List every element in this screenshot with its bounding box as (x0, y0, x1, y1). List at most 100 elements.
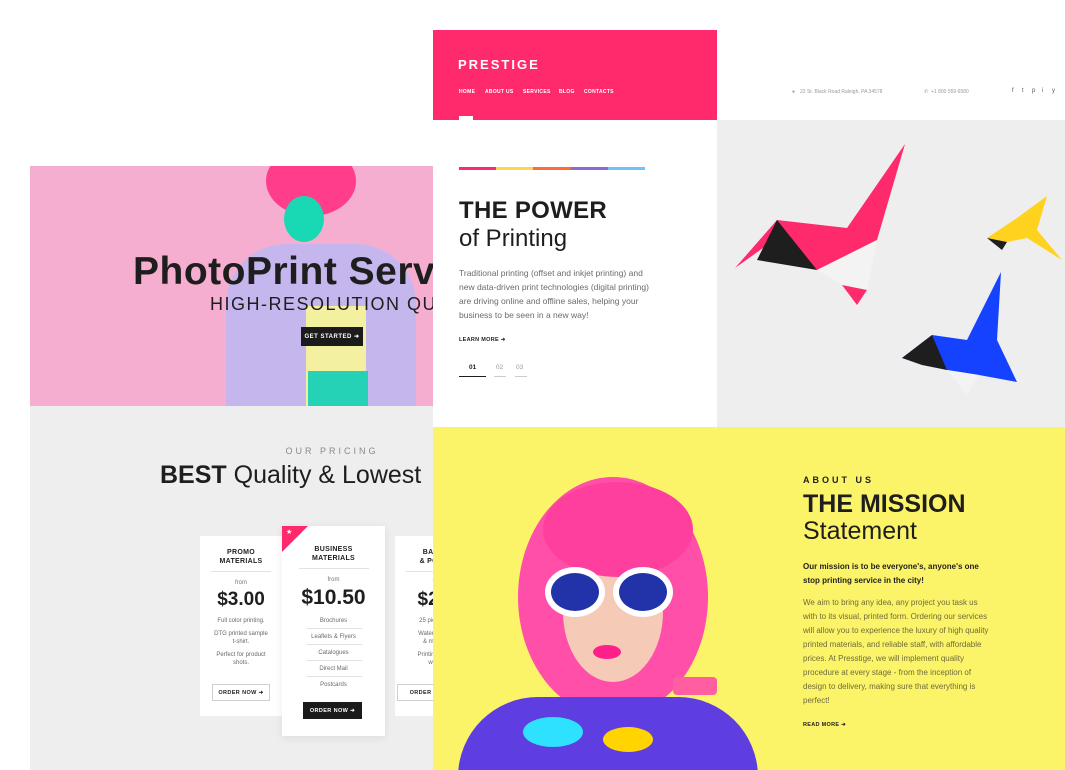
portrait-shirt-pattern (603, 727, 653, 752)
price-from-label: fro (395, 580, 434, 586)
sunglasses-right (613, 567, 673, 617)
hero-figure-shorts (308, 371, 368, 406)
order-now-button[interactable]: ORDER NOW ➜ (303, 702, 362, 719)
hero-figure-face (284, 196, 324, 242)
color-bar (459, 167, 497, 170)
mission-title-line1: THE MISSION (803, 490, 966, 518)
hero-slide: THE POWER of Printing Traditional printi… (433, 120, 717, 427)
divider (211, 571, 271, 572)
portrait-lips (593, 645, 621, 659)
nav-services[interactable]: SERVICES (523, 89, 551, 95)
pricing-feature: DTG printed sample (214, 631, 268, 637)
pricing-title-rest: Quality & Lowest (226, 461, 422, 489)
youtube-icon[interactable]: y (1052, 88, 1055, 94)
pricing-feature: shots. (232, 660, 249, 666)
learn-more-link[interactable]: LEARN MORE ➜ (459, 337, 506, 343)
pink-watch (673, 677, 717, 695)
pricing-feature: t-shirt. (232, 639, 250, 645)
pricing-card-banners: BANNE& POSTE fro $2.7 25 pieces mi Water… (395, 536, 434, 716)
slide-pager-02[interactable]: 02 (496, 364, 503, 371)
pager-line (494, 376, 506, 377)
color-bar (570, 167, 608, 170)
location-pin-icon: ● (792, 89, 796, 95)
order-now-button[interactable]: ORDER NOW ➜ (212, 684, 270, 701)
phone-icon: ✆ (924, 89, 929, 95)
pricing-feature: weekl (428, 660, 434, 666)
color-bars (459, 167, 646, 170)
hero-banner: PhotoPrint Serv HIGH-RESOLUTION QUALI GE… (30, 166, 434, 406)
slide-pager-01[interactable]: 01 (469, 364, 476, 371)
slide-pager-03[interactable]: 03 (516, 364, 523, 371)
pinterest-icon[interactable]: p (1032, 88, 1035, 94)
divider (305, 660, 362, 661)
divider (305, 676, 362, 677)
pricing-title-bold: BEST (160, 461, 227, 489)
phone-text[interactable]: +1 800 559 6580 (931, 89, 969, 95)
about-eyebrow: ABOUT US (803, 475, 874, 485)
color-bar (533, 167, 571, 170)
facebook-icon[interactable]: f (1012, 88, 1014, 94)
price-from-label: from (327, 577, 340, 583)
slide-title-line1: THE POWER (459, 197, 608, 224)
pricing-feature: Water-based, (418, 631, 434, 637)
read-more-link[interactable]: READ MORE ➜ (803, 722, 846, 728)
site-logo[interactable]: PRESTIGE (458, 57, 540, 72)
pricing-card-promo: PROMO MATERIALS from $3.00 Full color pri… (200, 536, 282, 716)
slide-title-line2: of Printing (459, 225, 568, 252)
pink-origami-bird (735, 144, 905, 270)
nav-about-us[interactable]: ABOUT US (485, 89, 514, 95)
pricing-feature: 25 pieces mi (419, 618, 434, 624)
divider (406, 571, 434, 572)
divider (298, 568, 369, 569)
nav-blog[interactable]: BLOG (559, 89, 575, 95)
twitter-icon[interactable]: t (1022, 88, 1024, 94)
price-value: $2.7 (417, 589, 435, 610)
get-started-button[interactable]: GET STARTED ➜ (301, 327, 363, 346)
slide-text: Traditional printing (offset and inkjet … (459, 268, 649, 320)
pricing-feature: Catalogues (318, 650, 349, 656)
color-bar (607, 167, 646, 170)
address-text: 22 St. Black Road Raleigh, PA 34578 (800, 89, 883, 95)
portrait-fringe (543, 482, 693, 577)
pricing-feature: Leaflets & Flyers (311, 634, 356, 640)
pricing-feature: Direct Mail (319, 666, 348, 672)
pricing-card-business: ★ BUSINESS MATERIALS from $10.50 Brochure… (282, 526, 385, 736)
mission-title-line2: Statement (803, 517, 917, 545)
blue-origami-bird (902, 272, 1017, 382)
color-bar (496, 167, 534, 170)
star-icon: ★ (286, 529, 293, 536)
pricing-feature: Brochures (319, 618, 348, 624)
nav-contacts[interactable]: CONTACTS (584, 89, 614, 95)
pricing-feature: Full color printing. (217, 618, 265, 624)
pricing-feature: Perfect for product (216, 652, 266, 658)
mission-body: We aim to bring any idea, any project yo… (803, 598, 989, 705)
hero-title: PhotoPrint Serv (133, 250, 434, 293)
pricing-title: BEST Quality & Lowest (160, 461, 421, 490)
pricing-card-name: BANNE& POSTE (419, 549, 434, 565)
price-from-label: from (235, 580, 247, 586)
pricing-eyebrow: OUR PRICING (285, 446, 379, 456)
header-info-bar: ● 22 St. Black Road Raleigh, PA 34578 ✆ … (717, 30, 1065, 120)
pricing-feature: Printing 10,00 (417, 652, 434, 658)
yellow-origami-bird (987, 196, 1062, 260)
origami-birds-image (717, 120, 1065, 427)
mission-lead: Our mission is to be everyone's, anyone'… (803, 562, 979, 585)
divider (305, 644, 362, 645)
instagram-icon[interactable]: i (1042, 88, 1043, 94)
pricing-feature: Postcards (320, 682, 347, 688)
portrait-shirt-pattern (523, 717, 583, 747)
order-now-button[interactable]: ORDER NO (397, 684, 434, 701)
mission-section: ABOUT US THE MISSION Statement Our missi… (433, 427, 1065, 770)
pager-active-line (459, 376, 486, 377)
pricing-feature: & metallic (422, 639, 434, 645)
nav-home[interactable]: HOME (459, 89, 475, 95)
pricing-card-name: PROMO MATERIALS (219, 549, 263, 565)
back-preview-card: PhotoPrint Serv HIGH-RESOLUTION QUALI GE… (30, 166, 434, 770)
site-header: PRESTIGE HOME ABOUT US SERVICES BLOG CON… (433, 30, 717, 120)
divider (305, 628, 362, 629)
origami-birds-illustration (735, 144, 1062, 395)
price-value: $3.00 (217, 589, 265, 610)
hero-subtitle: HIGH-RESOLUTION QUALI (210, 294, 434, 314)
pager-line (515, 376, 527, 377)
price-value: $10.50 (301, 586, 366, 609)
